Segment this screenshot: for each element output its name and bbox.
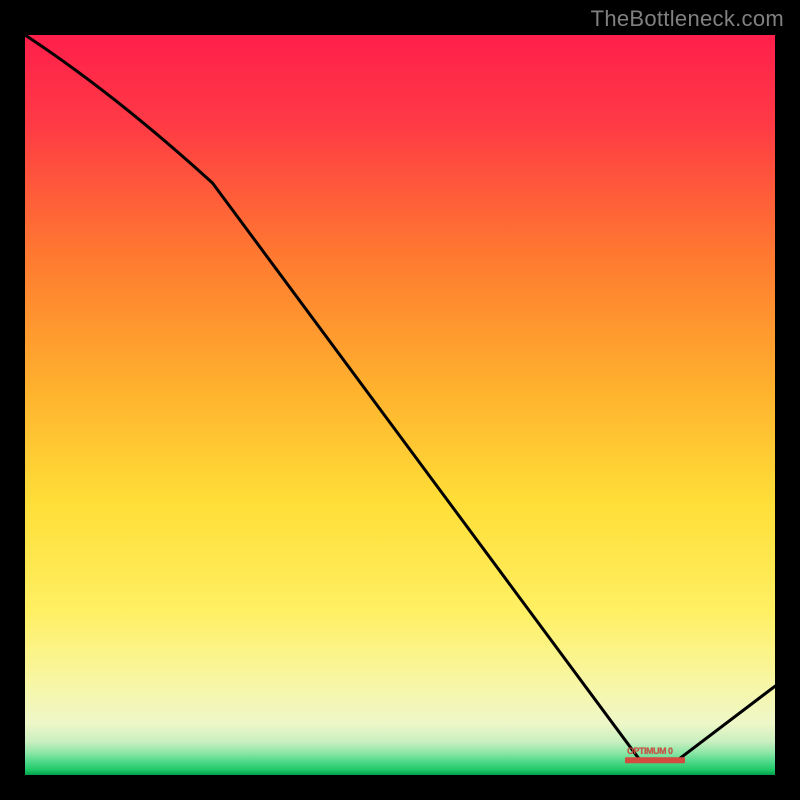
optimum-label: OPTIMUM 0	[627, 746, 673, 756]
plot-area: OPTIMUM 0	[25, 35, 775, 775]
watermark-text: TheBottleneck.com	[591, 6, 784, 32]
gradient-rect	[25, 35, 775, 775]
chart-stage: TheBottleneck.com	[0, 0, 800, 800]
chart-svg	[25, 35, 775, 775]
optimum-marker	[625, 757, 685, 763]
